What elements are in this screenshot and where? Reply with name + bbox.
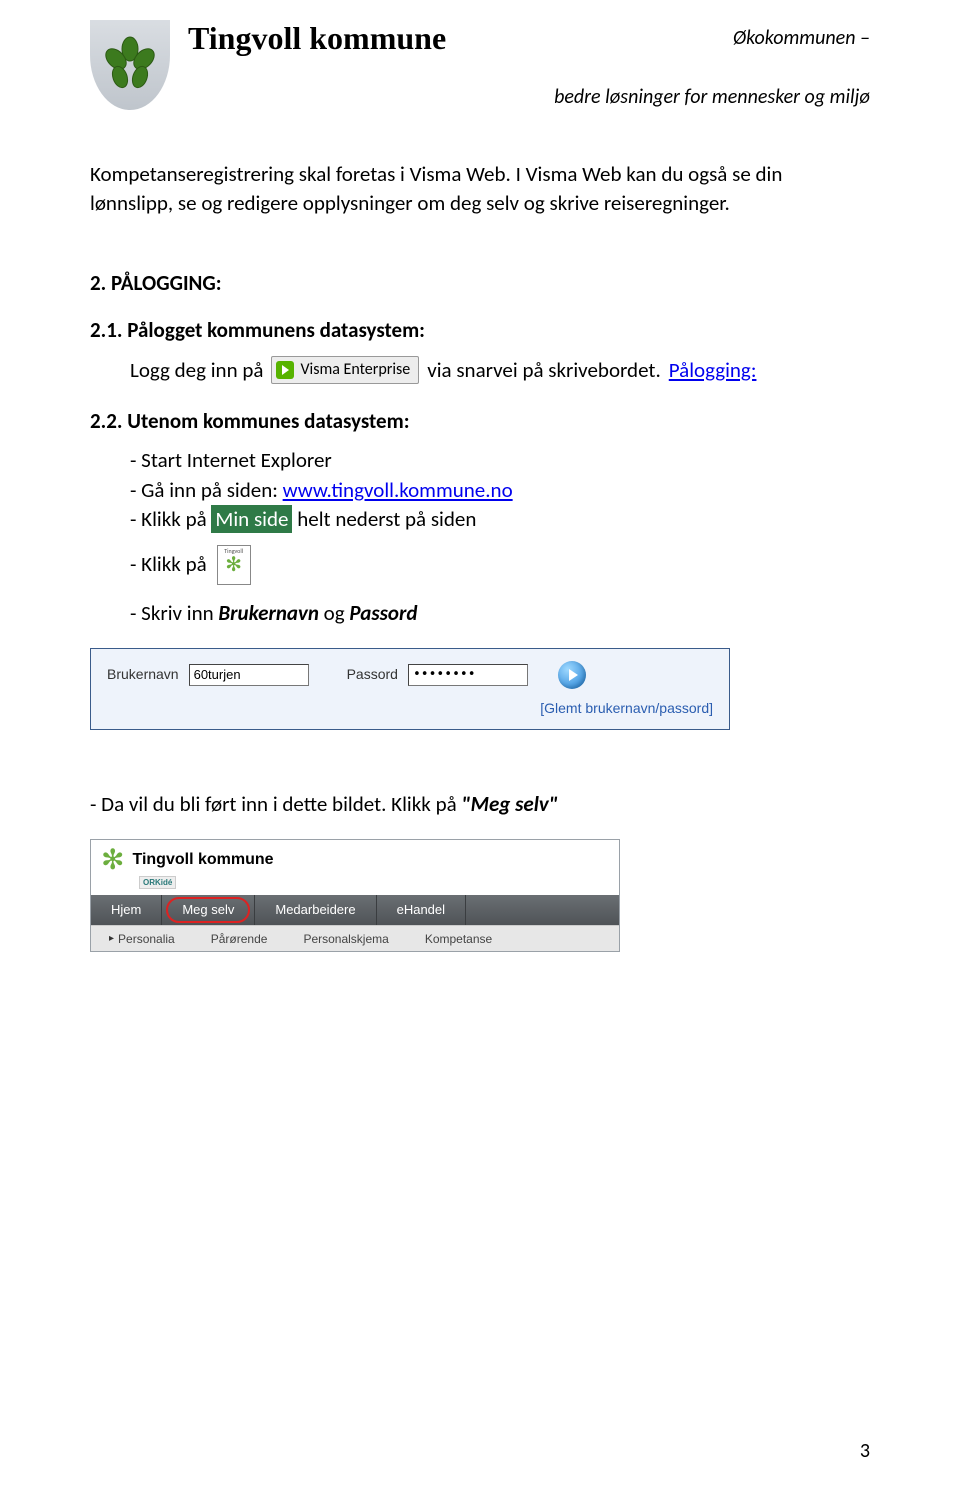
tab-ehandel[interactable]: eHandel <box>377 895 466 925</box>
bullet-credentials: - Skriv inn Brukernavn og Passord <box>130 599 870 628</box>
instruction-list: - Start Internet Explorer - Gå inn på si… <box>90 446 870 628</box>
subtab-kompetanse[interactable]: Kompetanse <box>407 926 510 951</box>
login-on-text: Logg deg inn på <box>130 356 263 385</box>
page-number: 3 <box>860 1439 870 1463</box>
bullet-go-site: - Gå inn på siden: www.tingvoll.kommune.… <box>130 476 870 505</box>
nav-brand: ✻ Tingvoll kommune <box>91 840 619 876</box>
crest-icon <box>90 20 170 110</box>
document-header: Tingvoll kommune Økokommunen – bedre løs… <box>90 20 870 110</box>
username-input[interactable] <box>189 664 309 686</box>
header-subtitle-2: bedre løsninger for mennesker og miljø <box>188 85 870 109</box>
subtab-personalia[interactable]: Personalia <box>91 926 193 951</box>
tab-hjem[interactable]: Hjem <box>91 895 162 925</box>
bullet-min-side: - Klikk på Min side helt nederst på side… <box>130 505 870 534</box>
nav-subtabs: Personalia Pårørende Personalskjema Komp… <box>91 925 619 951</box>
nav-sublogo: ORKidé <box>91 876 619 895</box>
header-subtitle-1: Økokommunen – <box>733 20 870 50</box>
login-form-screenshot: Brukernavn Passord [Glemt brukernavn/pas… <box>90 648 730 730</box>
after-login-text: - Da vil du bli ført inn i dette bildet.… <box>90 790 870 819</box>
section-2: 2. PÅLOGGING: 2.1. Pålogget kommunens da… <box>90 269 870 952</box>
tingvoll-link[interactable]: www.tingvoll.kommune.no <box>283 477 513 503</box>
visma-enterprise-shortcut[interactable]: Visma Enterprise <box>271 356 419 384</box>
password-label: Passord <box>347 665 398 685</box>
page-title: Tingvoll kommune <box>188 20 446 57</box>
login-shortcut-row: Logg deg inn på Visma Enterprise via sna… <box>90 356 870 385</box>
intro-section: Kompetanseregistrering skal foretas i Vi… <box>90 160 870 219</box>
intro-paragraph: Kompetanseregistrering skal foretas i Vi… <box>90 160 870 219</box>
nav-brand-name: Tingvoll kommune <box>132 849 273 871</box>
min-side-highlight: Min side <box>211 505 292 533</box>
bullet-start-ie: - Start Internet Explorer <box>130 446 870 475</box>
palogging-link[interactable]: Pålogging: <box>669 356 757 385</box>
username-label: Brukernavn <box>107 665 179 685</box>
star-icon: ✻ <box>101 846 124 874</box>
heading-2-2: 2.2. Utenom kommunes datasystem: <box>90 407 870 436</box>
tab-medarbeidere[interactable]: Medarbeidere <box>255 895 376 925</box>
subtab-parorende[interactable]: Pårørende <box>193 926 286 951</box>
bullet-klikk-crest: - Klikk på Tingvoll ✻ <box>130 545 870 585</box>
heading-palogging: 2. PÅLOGGING: <box>90 269 870 298</box>
password-input[interactable] <box>408 664 528 686</box>
visma-label: Visma Enterprise <box>300 359 410 381</box>
subtab-personalskjema[interactable]: Personalskjema <box>285 926 406 951</box>
nav-tabs: Hjem Meg selv Medarbeidere eHandel <box>91 895 619 925</box>
play-icon <box>276 361 294 379</box>
heading-2-1: 2.1. Pålogget kommunens datasystem: <box>90 316 870 345</box>
via-text: via snarvei på skrivebordet. <box>427 356 661 385</box>
tab-meg-selv[interactable]: Meg selv <box>162 895 255 925</box>
navigation-screenshot: ✻ Tingvoll kommune ORKidé Hjem Meg selv … <box>90 839 620 952</box>
highlight-ring <box>166 897 250 923</box>
forgot-credentials-link[interactable]: [Glemt brukernavn/passord] <box>540 700 713 716</box>
login-submit-button[interactable] <box>558 661 586 689</box>
tiny-crest-icon[interactable]: Tingvoll ✻ <box>217 545 251 585</box>
